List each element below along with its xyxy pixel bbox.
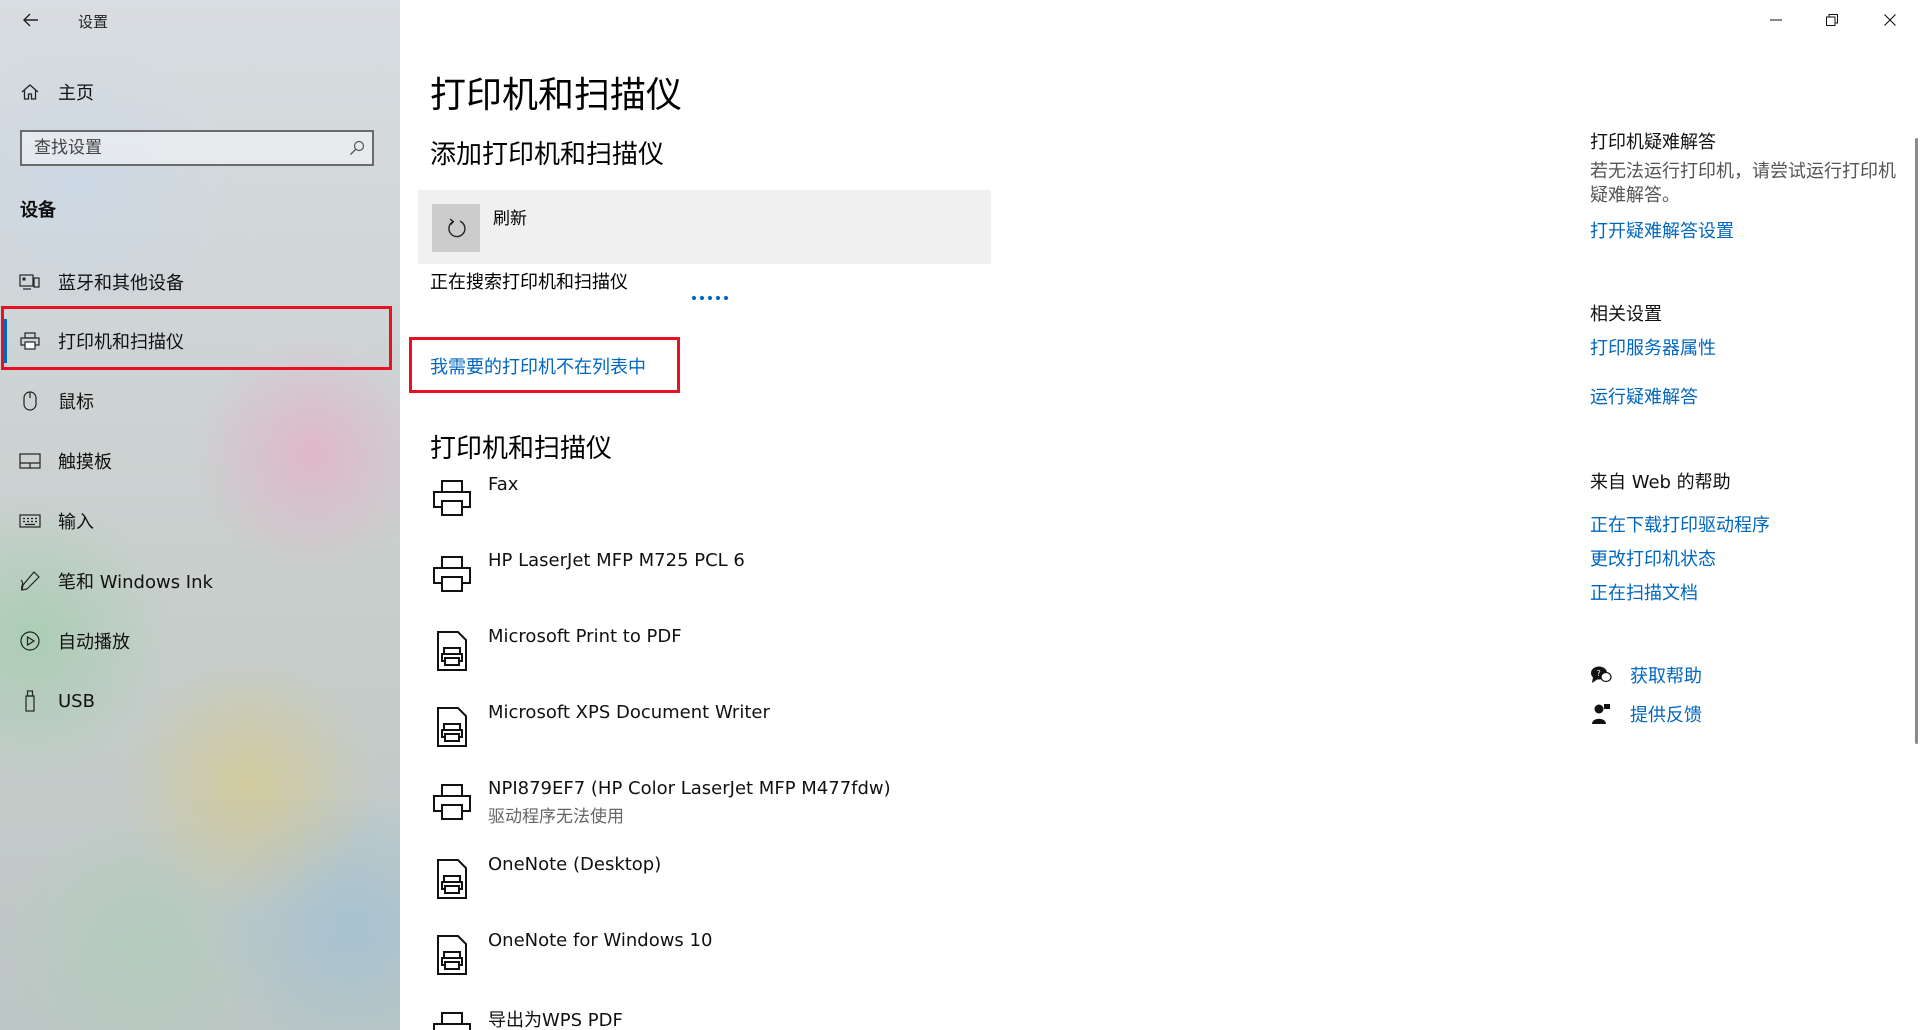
bluetooth-devices-icon [19,271,41,293]
refresh-label: 刷新 [493,209,527,229]
device-row[interactable]: OneNote (Desktop) [400,852,1240,928]
search-icon[interactable] [342,140,372,156]
device-row[interactable]: OneNote for Windows 10 [400,928,1240,1004]
web-help-heading: 来自 Web 的帮助 [1590,472,1731,493]
minimize-icon [1770,19,1782,21]
refresh-icon-tile [432,204,480,252]
sidebar-item-label: 笔和 Windows Ink [58,572,213,593]
close-icon [1884,14,1896,26]
device-row[interactable]: Microsoft Print to PDF [400,624,1240,700]
settings-sidebar: 设置 主页 设备 蓝牙和其他设备 打印机和扫描仪 鼠标 [0,0,400,1030]
printer-icon [433,480,471,516]
title-bar: 设置 [0,0,400,40]
settings-search-input[interactable] [22,137,342,159]
change-printer-status-link[interactable]: 更改打印机状态 [1590,545,1716,571]
home-icon [19,81,41,103]
sidebar-item-bluetooth[interactable]: 蓝牙和其他设备 [0,254,400,310]
sidebar-item-mouse[interactable]: 鼠标 [0,373,400,429]
device-name: Microsoft XPS Document Writer [488,702,770,723]
sidebar-item-label: USB [58,690,95,712]
document-printer-icon [437,935,467,975]
run-troubleshooter-link[interactable]: 运行疑难解答 [1590,383,1698,409]
device-row[interactable]: HP LaserJet MFP M725 PCL 6 [400,548,1240,624]
svg-text:?: ? [1597,669,1601,678]
sidebar-item-label: 蓝牙和其他设备 [58,273,184,294]
minimize-button[interactable] [1752,0,1800,40]
sidebar-item-label: 输入 [58,512,94,533]
sidebar-section-heading: 设备 [20,200,56,221]
pen-icon [19,570,41,592]
keyboard-icon [19,510,41,532]
sidebar-item-label: 自动播放 [58,632,130,653]
sidebar-item-pen[interactable]: 笔和 Windows Ink [0,553,400,609]
mouse-icon [19,390,41,412]
app-title: 设置 [78,13,109,31]
scanning-document-link[interactable]: 正在扫描文档 [1590,579,1698,605]
sidebar-item-typing[interactable]: 输入 [0,493,400,549]
usb-icon [19,690,41,712]
page-title: 打印机和扫描仪 [430,75,683,116]
printer-icon [433,556,471,592]
device-name: OneNote for Windows 10 [488,930,713,951]
main-content: 打印机和扫描仪 添加打印机和扫描仪 刷新 正在搜索打印机和扫描仪 我需要的打印机… [400,0,1920,1030]
sidebar-item-printers[interactable]: 打印机和扫描仪 [0,313,400,369]
sidebar-item-label: 打印机和扫描仪 [58,332,184,353]
feedback-icon [1590,703,1612,725]
document-printer-icon [437,707,467,747]
sidebar-item-label: 触摸板 [58,452,112,473]
get-help-link[interactable]: ? 获取帮助 [1590,662,1702,688]
printer-icon [19,330,41,352]
give-feedback-link[interactable]: 提供反馈 [1590,701,1702,727]
device-name: OneNote (Desktop) [488,854,662,875]
printer-not-listed-link[interactable]: 我需要的打印机不在列表中 [430,353,646,379]
nav-home[interactable]: 主页 [0,72,400,112]
restore-icon [1826,14,1838,26]
settings-search-box[interactable] [20,130,374,166]
selection-indicator [2,319,7,363]
give-feedback-label: 提供反馈 [1630,705,1702,726]
device-status: 驱动程序无法使用 [488,807,624,827]
printer-icon [433,784,471,820]
get-help-label: 获取帮助 [1630,666,1702,687]
back-arrow-icon [23,13,38,27]
chat-help-icon: ? [1590,664,1612,686]
touchpad-icon [19,450,41,472]
troubleshoot-description: 若无法运行打印机，请尝试运行打印机疑难解答。 [1590,161,1896,206]
sidebar-item-autoplay[interactable]: 自动播放 [0,613,400,669]
device-row[interactable]: Microsoft XPS Document Writer [400,700,1240,776]
device-name: NPI879EF7 (HP Color LaserJet MFP M477fdw… [488,778,891,799]
printer-icon [433,1012,471,1030]
sidebar-item-label: 鼠标 [58,392,94,413]
troubleshoot-settings-link[interactable]: 打开疑难解答设置 [1590,217,1734,243]
related-settings-heading: 相关设置 [1590,304,1662,325]
troubleshoot-heading: 打印机疑难解答 [1590,132,1716,153]
sidebar-item-usb[interactable]: USB [0,673,400,729]
device-row[interactable]: 导出为WPS PDF [400,1004,1240,1030]
document-printer-icon [437,631,467,671]
refresh-button[interactable]: 刷新 [418,190,991,264]
device-name: 导出为WPS PDF [488,1010,623,1030]
maximize-button[interactable] [1808,0,1856,40]
device-name: Microsoft Print to PDF [488,626,682,647]
add-section-title: 添加打印机和扫描仪 [430,140,665,170]
scrollbar[interactable] [1915,138,1918,744]
printers-list-title: 打印机和扫描仪 [430,434,613,464]
device-name: HP LaserJet MFP M725 PCL 6 [488,550,745,571]
print-server-properties-link[interactable]: 打印服务器属性 [1590,334,1716,360]
device-row[interactable]: Fax [400,472,1240,548]
sidebar-item-touchpad[interactable]: 触摸板 [0,433,400,489]
back-button[interactable] [14,6,48,34]
autoplay-icon [19,630,41,652]
close-button[interactable] [1866,0,1914,40]
nav-home-label: 主页 [58,83,94,104]
downloading-driver-link[interactable]: 正在下载打印驱动程序 [1590,511,1770,537]
searching-status: 正在搜索打印机和扫描仪 [430,272,628,293]
refresh-icon [448,218,466,238]
device-name: Fax [488,474,519,495]
progress-dots [692,296,728,300]
document-printer-icon [437,859,467,899]
device-row[interactable]: NPI879EF7 (HP Color LaserJet MFP M477fdw… [400,776,1240,852]
